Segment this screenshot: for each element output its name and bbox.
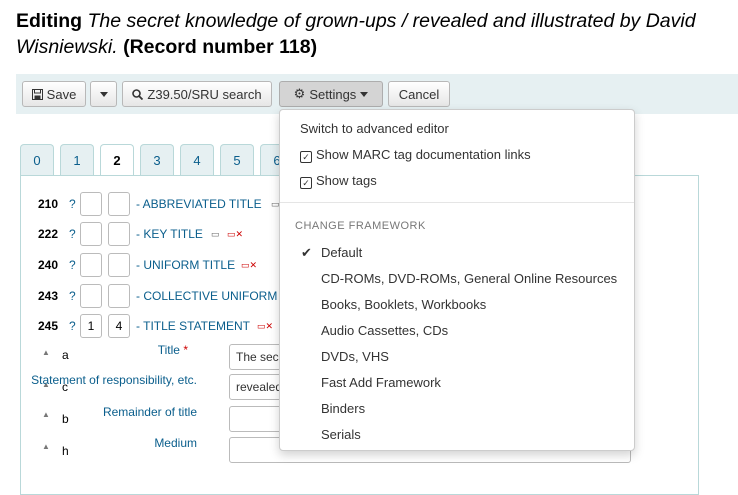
framework-item-default[interactable]: Default xyxy=(321,245,362,260)
checkbox-checked-icon: ✓ xyxy=(300,151,312,163)
tag-number: 245 xyxy=(38,319,59,333)
framework-item[interactable]: Binders xyxy=(321,401,365,416)
checkbox-checked-icon: ✓ xyxy=(300,177,312,189)
change-framework-header: CHANGE FRAMEWORK xyxy=(295,220,426,232)
subfield-label: Remainder of title xyxy=(102,405,197,419)
tab-5[interactable]: 5 xyxy=(220,144,254,175)
help-link[interactable]: ? xyxy=(69,289,76,303)
subfield-label: Statement of responsibility, etc. xyxy=(31,373,197,387)
framework-item[interactable]: Books, Booklets, Workbooks xyxy=(321,297,486,312)
indicator-1[interactable] xyxy=(80,284,102,308)
record-number: (Record number 118) xyxy=(123,36,318,58)
chevron-down-icon xyxy=(99,91,108,97)
tab-4[interactable]: 4 xyxy=(180,144,214,175)
field-title[interactable]: - COLLECTIVE UNIFORM xyxy=(136,289,277,303)
indicator-1[interactable] xyxy=(80,253,102,277)
tab-0[interactable]: 0 xyxy=(20,144,54,175)
framework-item[interactable]: DVDs, VHS xyxy=(321,349,389,364)
settings-button[interactable]: ⚙ Settings xyxy=(279,81,383,107)
framework-item[interactable]: Fast Add Framework xyxy=(321,375,441,390)
chevron-down-icon xyxy=(360,91,369,97)
indicator-2[interactable] xyxy=(108,253,130,277)
indicator-2[interactable]: 4 xyxy=(108,314,130,338)
indicator-1[interactable] xyxy=(80,192,102,216)
tag-number: 210 xyxy=(38,197,59,211)
indicator-2[interactable] xyxy=(108,192,130,216)
field-title[interactable]: - ABBREVIATED TITLE xyxy=(136,197,262,211)
toolbar: Save Z39.50/SRU search ⚙ Settings Cancel xyxy=(16,74,738,114)
tag-number: 243 xyxy=(38,289,59,303)
help-link[interactable]: ? xyxy=(69,258,76,272)
show-tags-item[interactable]: ✓ Show tags xyxy=(300,173,377,189)
save-icon xyxy=(31,88,43,100)
subfield-label: Medium xyxy=(154,436,197,450)
record-title: The secret knowledge of grown-ups / reve… xyxy=(16,10,696,58)
help-link[interactable]: ? xyxy=(69,197,76,211)
field-title[interactable]: - TITLE STATEMENT xyxy=(136,319,250,333)
help-link[interactable]: ? xyxy=(69,319,76,333)
tab-1[interactable]: 1 xyxy=(60,144,94,175)
menu-divider xyxy=(280,202,634,203)
indicator-2[interactable] xyxy=(108,284,130,308)
required-mark: * xyxy=(183,343,188,357)
framework-item[interactable]: CD-ROMs, DVD-ROMs, General Online Resour… xyxy=(321,271,617,286)
tab-3[interactable]: 3 xyxy=(140,144,174,175)
field-title[interactable]: - KEY TITLE xyxy=(136,227,203,241)
clone-icon[interactable]: ▭ xyxy=(211,229,220,240)
framework-item[interactable]: Audio Cassettes, CDs xyxy=(321,323,448,338)
delete-icon[interactable]: ▭✕ xyxy=(241,260,257,271)
save-button[interactable]: Save xyxy=(22,81,86,107)
field-title[interactable]: - UNIFORM TITLE xyxy=(136,258,235,272)
tag-number: 222 xyxy=(38,227,59,241)
subfield-label: Title * xyxy=(157,343,188,357)
delete-icon[interactable]: ▭✕ xyxy=(257,321,273,332)
indicator-1[interactable] xyxy=(80,222,102,246)
tag-number: 240 xyxy=(38,258,59,272)
delete-icon[interactable]: ▭✕ xyxy=(227,229,243,240)
z3950-search-button[interactable]: Z39.50/SRU search xyxy=(122,81,272,107)
show-marc-links-item[interactable]: ✓ Show MARC tag documentation links xyxy=(300,147,531,163)
page-title: Editing The secret knowledge of grown-up… xyxy=(16,8,731,60)
settings-dropdown-menu: Switch to advanced editor ✓ Show MARC tag… xyxy=(279,109,635,451)
cancel-button[interactable]: Cancel xyxy=(388,81,450,107)
check-icon: ✔ xyxy=(301,245,312,260)
switch-editor-item[interactable]: Switch to advanced editor xyxy=(300,121,449,136)
tab-2[interactable]: 2 xyxy=(100,144,134,176)
gear-icon: ⚙ xyxy=(293,86,306,101)
save-options-dropdown[interactable] xyxy=(90,81,117,107)
help-link[interactable]: ? xyxy=(69,227,76,241)
indicator-2[interactable] xyxy=(108,222,130,246)
search-icon xyxy=(132,88,144,100)
editing-label: Editing xyxy=(16,10,83,32)
indicator-1[interactable]: 1 xyxy=(80,314,102,338)
framework-item[interactable]: Serials xyxy=(321,427,361,442)
